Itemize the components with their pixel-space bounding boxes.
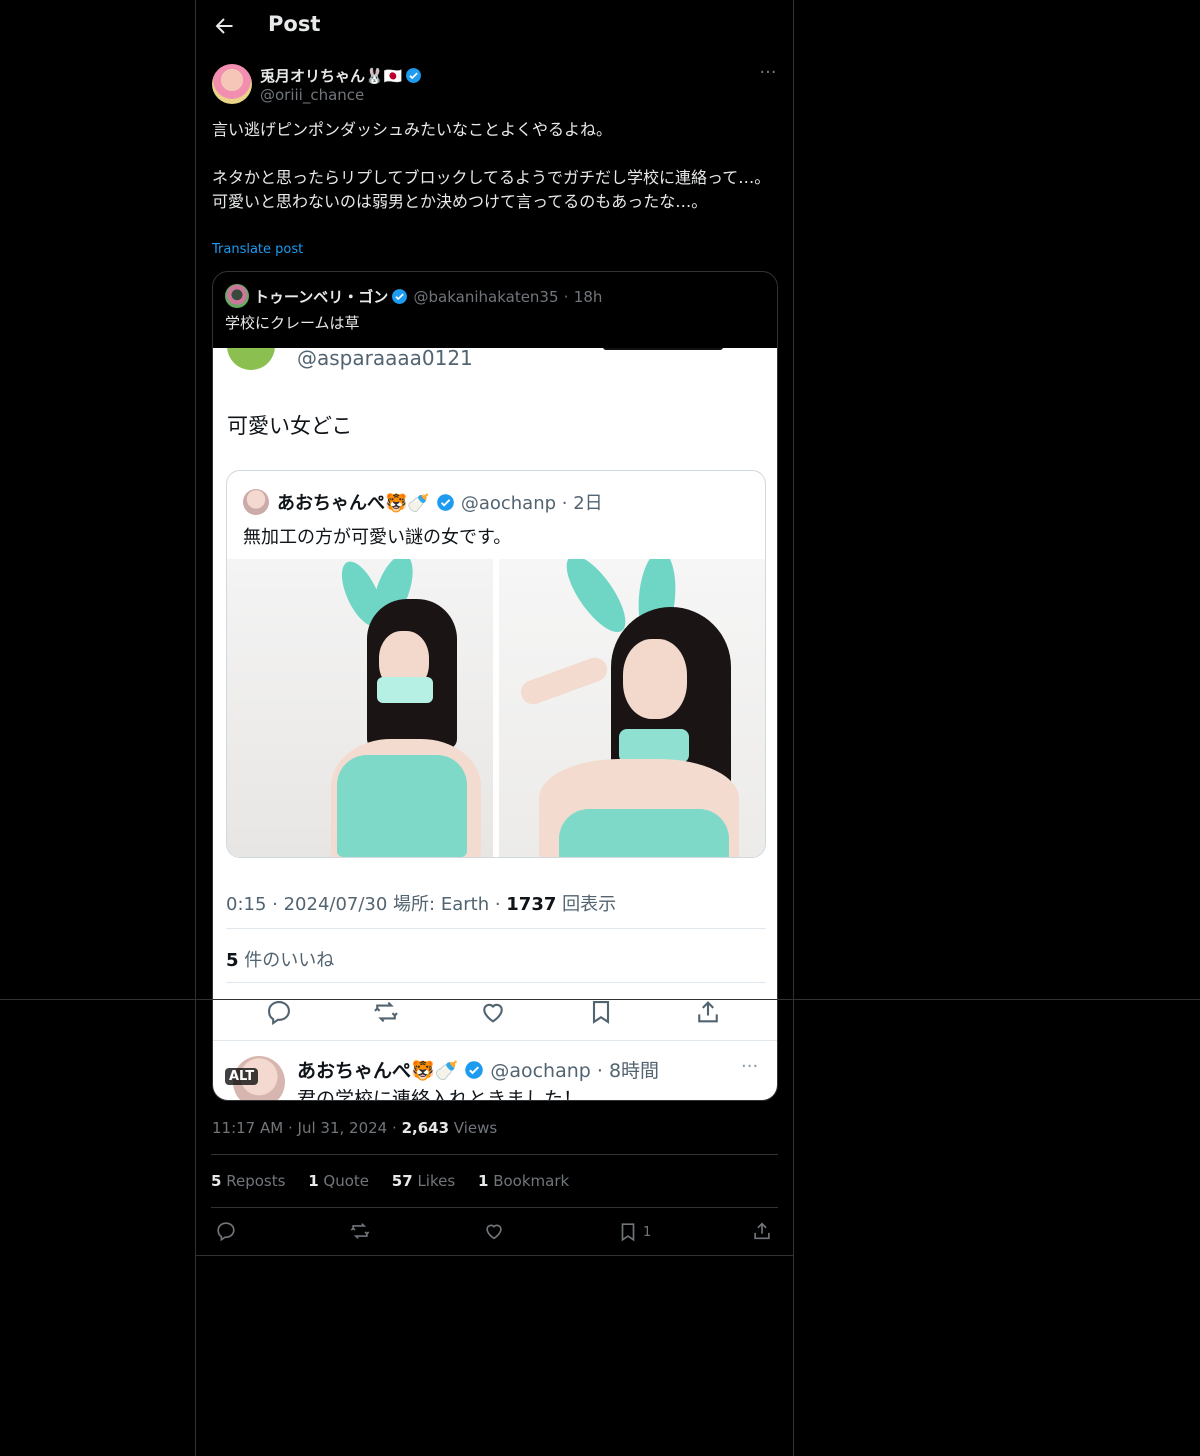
quote-author-name[interactable]: トゥーンベリ・ゴン xyxy=(254,288,388,306)
bookmark-count: 1 xyxy=(643,1224,652,1240)
verified-badge-icon xyxy=(437,494,454,511)
post-time[interactable]: 11:17 AM xyxy=(212,1119,283,1137)
page-title: Post xyxy=(268,12,321,36)
bookmarks-stat[interactable]: 1 Bookmark xyxy=(478,1172,569,1190)
image-reply-name: あおちゃんぺ🐯🍼 xyxy=(297,1060,459,1082)
image-divider-2 xyxy=(226,982,766,983)
image-share-icon xyxy=(698,1001,718,1023)
verified-badge-icon xyxy=(392,289,408,304)
quote-header: トゥーンベリ・ゴン @bakanihakaten35 · 18h xyxy=(254,286,602,307)
quote-text: 学校にクレームは草 xyxy=(225,314,360,332)
viewport-divider-line xyxy=(0,999,1200,1000)
post-date[interactable]: Jul 31, 2024 xyxy=(298,1119,388,1137)
image-top-redaction xyxy=(603,348,723,350)
quotes-stat[interactable]: 1 Quote xyxy=(308,1172,369,1190)
image-divider-3 xyxy=(213,1040,777,1041)
image-reply-text: 君の学校に連絡入れときました！ xyxy=(297,1088,583,1101)
share-icon xyxy=(754,1222,770,1240)
bookmark-button[interactable]: 1 xyxy=(617,1220,651,1244)
action-bar: 1 xyxy=(195,1208,794,1254)
engagement-stats: 5 Reposts 1 Quote 57 Likes 1 Bookmark xyxy=(211,1172,587,1190)
image-likes-num: 5 xyxy=(226,950,239,971)
image-photo-left xyxy=(227,559,493,857)
verified-badge-icon xyxy=(406,68,422,83)
image-inner-text: 無加工の方が可愛い謎の女です。 xyxy=(243,527,512,548)
likes-stat[interactable]: 57 Likes xyxy=(392,1172,455,1190)
divider-line xyxy=(196,1255,794,1256)
image-bookmark-icon xyxy=(592,1001,610,1024)
views-count: 2,643 xyxy=(401,1119,450,1137)
quote-separator: · xyxy=(563,288,569,306)
avatar[interactable] xyxy=(212,64,252,104)
views-label: Views xyxy=(453,1119,498,1137)
quote-time[interactable]: 18h xyxy=(574,288,603,306)
image-meta-text: 0:15 · 2024/07/30 場所: Earth · xyxy=(226,894,507,915)
image-repost-icon xyxy=(374,1001,398,1023)
reply-button[interactable] xyxy=(215,1220,237,1244)
reposts-stat[interactable]: 5 Reposts xyxy=(211,1172,285,1190)
post-timestamp: 11:17 AM · Jul 31, 2024 · 2,643 Views xyxy=(212,1119,497,1137)
image-like-icon xyxy=(483,1003,503,1023)
image-inner-card: あおちゃんぺ🐯🍼 @aochanp · 2日 無加工の方が可愛い謎の女です。 xyxy=(226,470,766,858)
quote-handle[interactable]: @bakanihakaten35 xyxy=(414,288,559,306)
alt-badge[interactable]: ALT xyxy=(225,1068,259,1085)
more-options-icon[interactable]: ··· xyxy=(748,62,788,88)
translate-link[interactable]: Translate post xyxy=(212,242,303,257)
share-button[interactable] xyxy=(751,1220,773,1244)
image-inner-handle: @aochanp · 2日 xyxy=(460,493,603,514)
quote-image[interactable]: @asparaaaa0121 可愛い女どこ あおちゃんぺ🐯🍼 @aochanp ·… xyxy=(213,348,777,1101)
quoted-post[interactable]: トゥーンベリ・ゴン @bakanihakaten35 · 18h 学校にクレーム… xyxy=(212,271,778,1101)
image-photo-right xyxy=(499,559,765,857)
back-arrow-icon[interactable] xyxy=(212,14,236,38)
image-reply-icon xyxy=(268,1001,290,1026)
image-reply-handle: @aochanp · 8時間 xyxy=(490,1060,660,1082)
repost-button[interactable] xyxy=(349,1220,371,1244)
bookmark-icon xyxy=(621,1223,635,1242)
repost-icon xyxy=(350,1223,370,1239)
post-text: 言い逃げピンポンダッシュみたいなことよくやるよね。 ネタかと思ったらリプしてブロ… xyxy=(212,118,772,214)
author-name[interactable]: 兎月オリちゃん🐰🇯🇵 xyxy=(260,67,402,85)
image-inner-avatar xyxy=(243,489,269,515)
image-text-1: 可愛い女どこ xyxy=(227,414,353,438)
image-likes: 5 件のいいね xyxy=(226,946,334,972)
like-icon xyxy=(486,1224,502,1240)
image-reply-header: あおちゃんぺ🐯🍼 @aochanp · 8時間 xyxy=(297,1056,659,1083)
image-likes-label: 件のいいね xyxy=(238,950,335,971)
image-meta: 0:15 · 2024/07/30 場所: Earth · 1737 回表示 xyxy=(226,890,616,916)
post-line-1: 言い逃げピンポンダッシュみたいなことよくやるよね。 xyxy=(212,120,613,139)
reply-icon xyxy=(217,1222,235,1242)
author-handle[interactable]: @oriii_chance xyxy=(260,86,364,104)
divider-line xyxy=(211,1154,778,1155)
image-top-avatar xyxy=(227,348,275,370)
image-divider-1 xyxy=(226,928,766,929)
image-meta-views-label: 回表示 xyxy=(556,894,617,915)
verified-badge-icon xyxy=(465,1061,484,1079)
image-top-handle: @asparaaaa0121 xyxy=(297,348,473,370)
like-button[interactable] xyxy=(483,1220,505,1244)
image-meta-views: 1737 xyxy=(506,894,557,915)
image-reply-more-icon: ··· xyxy=(741,1056,759,1077)
meta-separator: · xyxy=(287,1119,293,1137)
image-inner-header: あおちゃんぺ🐯🍼 @aochanp · 2日 xyxy=(277,489,603,515)
post-line-2: ネタかと思ったらリプしてブロックしてるようでガチだし学校に連絡って…。可愛いと思… xyxy=(212,168,771,211)
author-name-row[interactable]: 兎月オリちゃん🐰🇯🇵 xyxy=(260,65,422,86)
meta-separator: · xyxy=(392,1119,397,1137)
image-inner-name: あおちゃんぺ🐯🍼 xyxy=(277,493,430,514)
quote-avatar[interactable] xyxy=(225,284,249,308)
